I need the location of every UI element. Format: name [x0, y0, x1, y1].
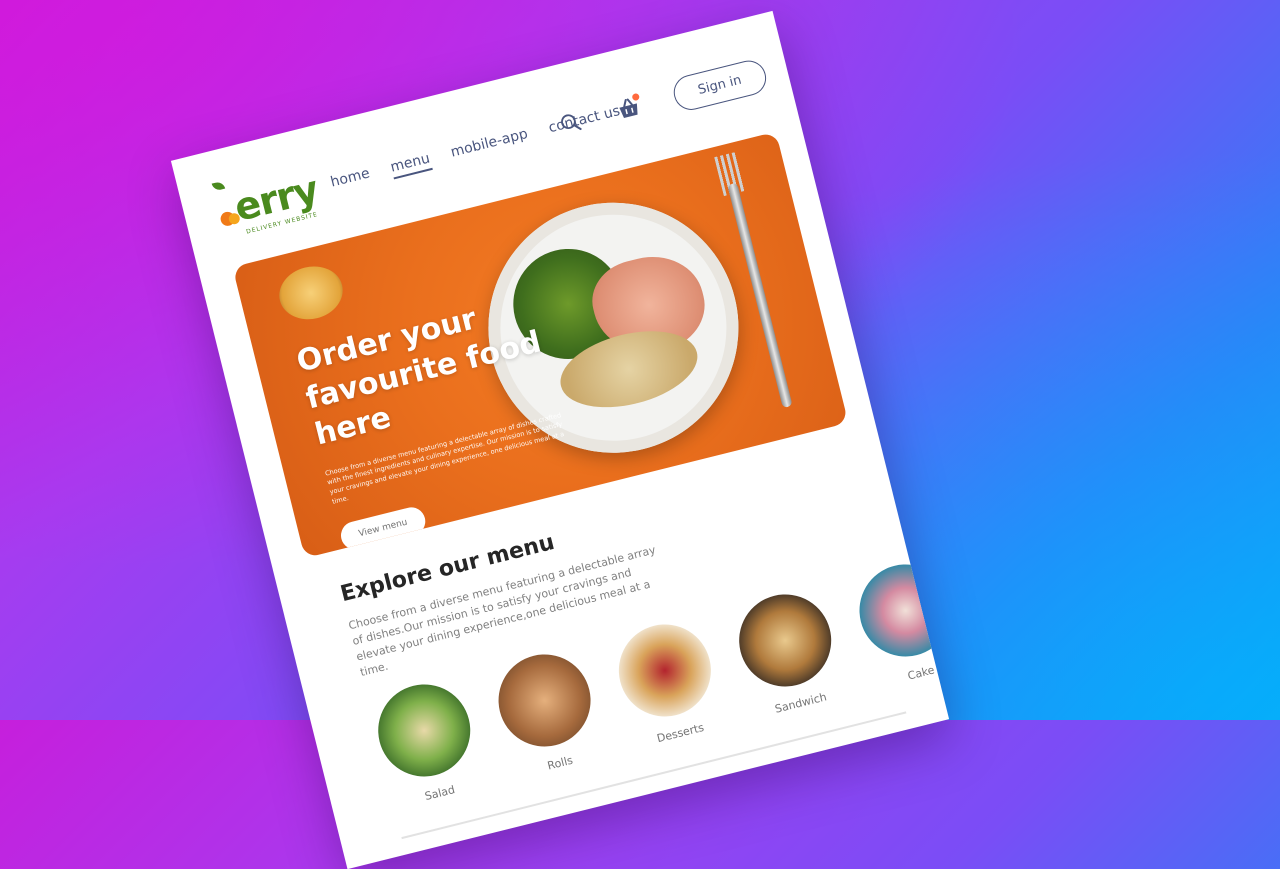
nav-link-menu[interactable]: menu [388, 150, 433, 180]
salad-image [368, 674, 481, 787]
hero-content: Order your favourite food here Choose fr… [293, 272, 636, 552]
sign-in-button[interactable]: Sign in [669, 56, 770, 114]
nav-actions: Sign in [553, 56, 770, 143]
category-sandwich[interactable]: Sandwich [727, 584, 848, 721]
category-label: Cake [906, 663, 936, 683]
nav-link-home[interactable]: home [329, 165, 372, 194]
category-label: Salad [423, 783, 457, 804]
category-desserts[interactable]: Desserts [607, 614, 728, 751]
sandwich-image [729, 584, 841, 697]
desserts-image [609, 614, 721, 727]
search-icon [560, 113, 582, 130]
category-salad[interactable]: Salad [367, 674, 488, 811]
leaf-icon [211, 180, 226, 192]
category-label: Desserts [655, 720, 706, 746]
brand-logo[interactable]: erry DELIVERY WEBSITE [211, 167, 322, 236]
view-menu-button[interactable]: View menu [337, 503, 429, 552]
rolls-image [488, 644, 601, 757]
search-button[interactable] [554, 107, 586, 139]
nav-link-mobile-app[interactable]: mobile-app [449, 126, 530, 164]
cart-button[interactable] [613, 92, 645, 124]
category-label: Rolls [546, 753, 575, 773]
lemon-image [273, 259, 349, 326]
category-rolls[interactable]: Rolls [487, 644, 608, 781]
category-label: Sandwich [773, 690, 828, 716]
fork-image [727, 182, 793, 409]
